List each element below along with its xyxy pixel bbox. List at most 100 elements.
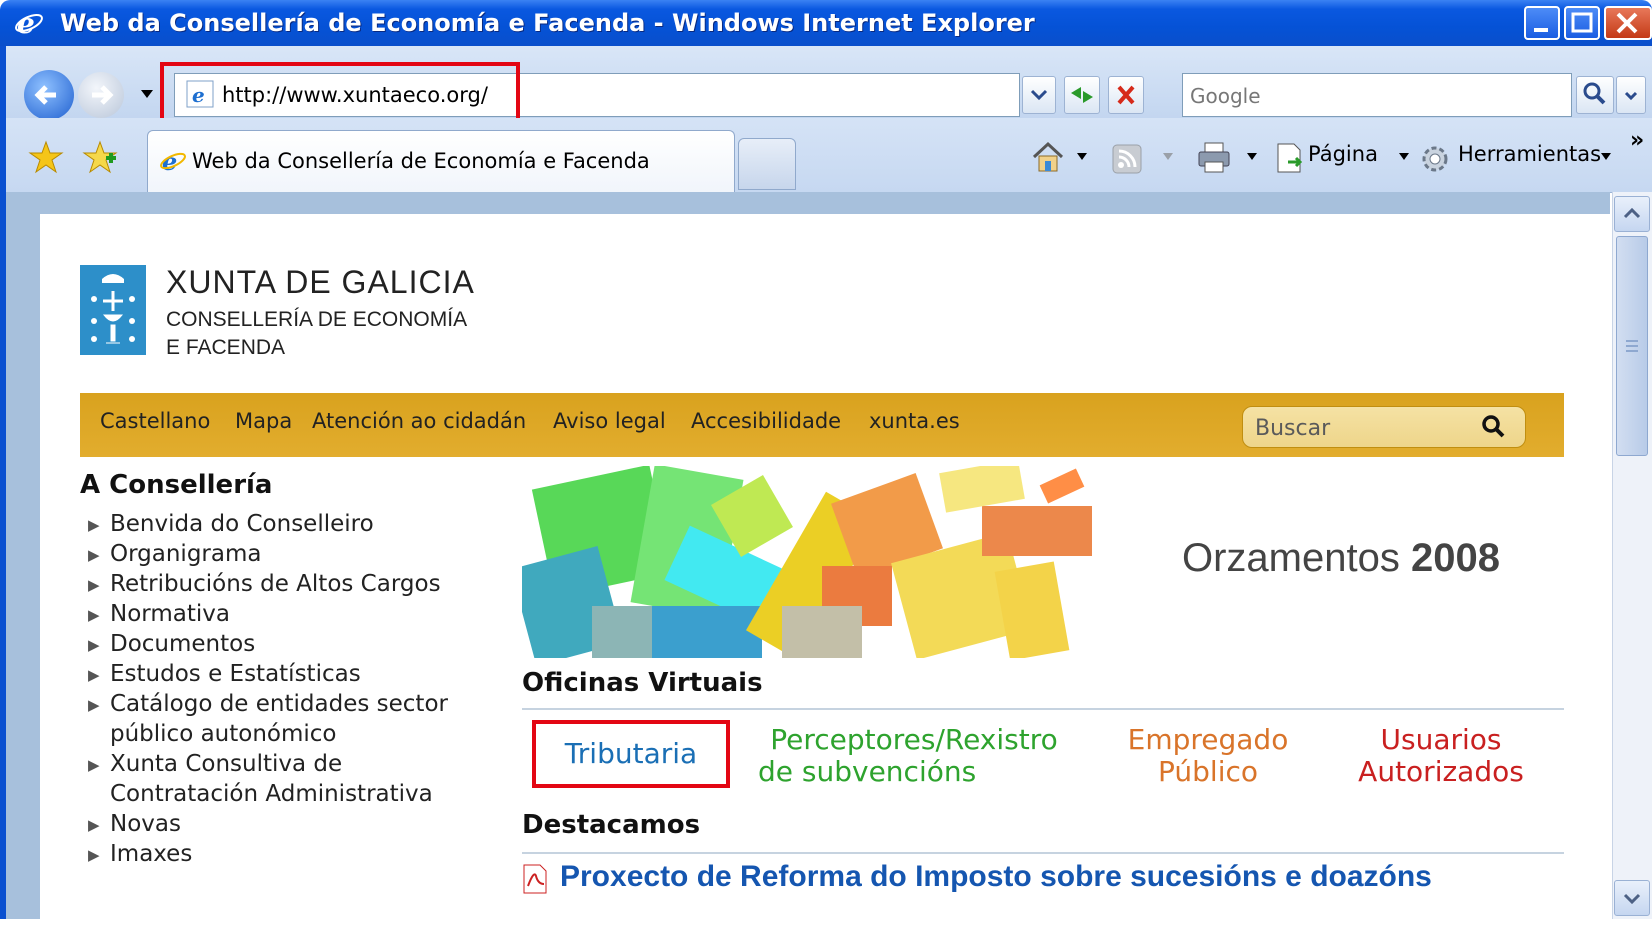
tools-menu-label: Herramientas [1458,142,1602,166]
window-title: Web da Consellería de Economía e Facenda… [60,9,1035,37]
sidebar-item-retribucions[interactable]: ▶ Retribucións de Altos Cargos [88,571,441,597]
add-favorites-icon[interactable] [82,140,118,174]
bullet-arrow-icon: ▶ [88,605,100,624]
tributaria-highlight-box [532,720,730,788]
feeds-icon[interactable] [1112,144,1142,174]
offices-heading: Oficinas Virtuais [522,668,763,698]
section-divider [522,708,1564,710]
ie-logo-icon: e [15,8,43,38]
favorites-star-icon[interactable] [28,140,64,174]
sidebar-item-catalogo-cont[interactable]: público autonómico [110,721,337,747]
sidebar-item-label: Benvida do Conselleiro [110,511,374,537]
maximize-button[interactable] [1564,6,1600,40]
bullet-arrow-icon: ▶ [88,665,100,684]
browser-search-placeholder: Google [1190,84,1261,108]
office-usuarios-link[interactable]: Usuarios Autorizados [1336,724,1546,788]
dept-name-line1: CONSELLERÍA DE ECONOMÍA [166,308,468,331]
grip-icon [1626,340,1638,352]
chevron-up-icon [1623,207,1641,219]
forward-button[interactable] [78,72,124,118]
new-tab-button[interactable] [738,138,796,190]
page-menu-label: Página [1308,142,1378,166]
office-line2: Autorizados [1358,755,1524,788]
sidebar-item-xunta-consultiva[interactable]: ▶ Xunta Consultiva de [88,751,342,777]
sidebar-item-benvida[interactable]: ▶ Benvida do Conselleiro [88,511,374,537]
bullet-arrow-icon: ▶ [88,545,100,564]
office-line1: Perceptores/Rexistro [770,723,1058,756]
sidebar-item-label: Normativa [110,601,230,627]
toolbar-overflow-chevron[interactable]: » [1630,128,1644,153]
office-line2: Público [1158,755,1258,788]
window-titlebar[interactable]: e Web da Consellería de Economía e Facen… [0,0,1652,46]
back-button[interactable] [24,70,74,120]
scroll-up-button[interactable] [1614,196,1650,232]
sidebar-item-normativa[interactable]: ▶ Normativa [88,601,230,627]
featured-news-link[interactable]: Proxecto de Reforma do Imposto sobre suc… [560,860,1432,894]
address-dropdown-button[interactable] [1022,76,1056,114]
sidebar-item-xunta-consultiva-cont[interactable]: Contratación Administrativa [110,781,433,807]
print-dropdown-icon[interactable] [1246,152,1258,162]
scroll-down-button[interactable] [1614,880,1650,916]
sidebar-item-estudos[interactable]: ▶ Estudos e Estatísticas [88,661,361,687]
sidebar-item-label: Documentos [110,631,256,657]
feeds-dropdown-icon[interactable] [1162,152,1174,162]
bullet-arrow-icon: ▶ [88,815,100,834]
bullet-arrow-icon: ▶ [88,695,100,714]
bullet-arrow-icon: ▶ [88,575,100,594]
close-icon [1616,12,1638,34]
xunta-logo[interactable] [80,265,146,355]
bullet-arrow-icon: ▶ [88,755,100,774]
site-search-placeholder: Buscar [1255,416,1331,441]
sidebar-item-documentos[interactable]: ▶ Documentos [88,631,255,657]
sidebar-item-label: Catálogo de entidades sector [110,691,448,717]
banner-title: Orzamentos 2008 [1182,536,1500,581]
office-perceptores-link[interactable]: Perceptores/Rexistro de subvencións [744,724,1084,788]
sidebar-item-label: Imaxes [110,841,193,867]
tools-menu-button[interactable]: Herramientas [1420,140,1620,180]
home-dropdown-icon[interactable] [1076,152,1088,162]
office-line1: Usuarios [1380,723,1502,756]
sidebar-item-novas[interactable]: ▶ Novas [88,811,181,837]
refresh-button[interactable] [1064,76,1100,114]
menu-castellano[interactable]: Castellano [100,409,210,433]
menu-atencion-cidadan[interactable]: Atención ao cidadán [312,409,526,433]
refresh-icon [1071,87,1093,103]
search-options-button[interactable] [1616,76,1646,114]
menu-xunta-es[interactable]: xunta.es [869,409,960,433]
site-search-input[interactable]: Buscar [1242,406,1526,448]
menu-aviso-legal[interactable]: Aviso legal [553,409,666,433]
menu-mapa[interactable]: Mapa [235,409,292,433]
dept-name-line2: E FACENDA [166,336,286,359]
sidebar-item-catalogo[interactable]: ▶ Catálogo de entidades sector [88,691,448,717]
sidebar-item-imaxes[interactable]: ▶ Imaxes [88,841,192,867]
galicia-emblem-icon [91,274,135,344]
bullet-arrow-icon: ▶ [88,635,100,654]
pdf-icon [523,864,547,894]
banner-title-light: Orzamentos [1182,536,1400,580]
sidebar-heading: A Consellería [80,470,273,500]
close-window-button[interactable] [1604,6,1652,40]
back-arrow-icon [34,85,56,105]
org-name: XUNTA DE GALICIA [166,264,475,300]
browser-search-button[interactable] [1576,76,1614,114]
sidebar-item-label: Xunta Consultiva de [110,751,343,777]
sidebar-item-organigrama[interactable]: ▶ Organigrama [88,541,261,567]
bullet-arrow-icon: ▶ [88,515,100,534]
history-dropdown-icon[interactable] [140,88,154,100]
featured-heading: Destacamos [522,810,701,840]
print-icon[interactable] [1196,140,1232,174]
tab-active[interactable]: e Web da Consellería de Economía e Facen… [147,130,735,192]
search-icon[interactable] [1479,413,1509,443]
office-empregado-link[interactable]: Empregado Público [1108,724,1308,788]
chevron-down-icon [1623,893,1641,905]
home-icon[interactable] [1030,140,1066,174]
sidebar-item-label: Organigrama [110,541,262,567]
menu-accesibilidade[interactable]: Accesibilidade [691,409,841,433]
sidebar-item-label: Estudos e Estatísticas [110,661,361,687]
minimize-button[interactable] [1524,6,1560,40]
scrollbar-thumb[interactable] [1616,236,1648,456]
minimize-icon [1534,28,1548,32]
sidebar-item-label: Novas [110,811,181,837]
stop-button[interactable] [1108,76,1144,114]
gear-icon [1422,146,1448,172]
